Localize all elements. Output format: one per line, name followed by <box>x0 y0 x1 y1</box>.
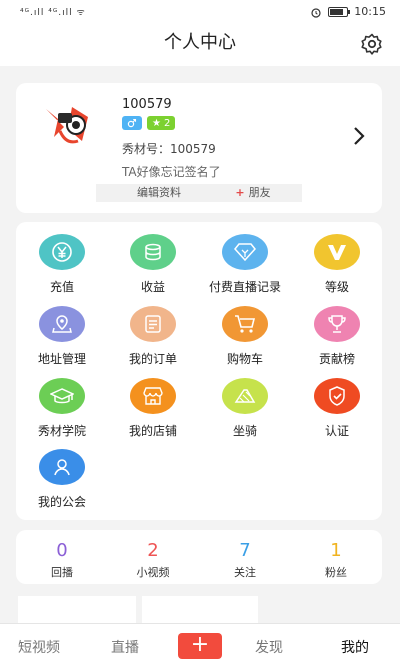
menu-item-label: 等级 <box>324 280 349 294</box>
page-title: 个人中心 <box>164 32 236 53</box>
menu-item[interactable]: 地址管理 <box>22 306 102 367</box>
account-number: 秀材号：100579 <box>122 142 216 156</box>
menu-item-label: 坐骑 <box>232 424 257 438</box>
settings-gear-icon[interactable] <box>360 32 384 56</box>
menu-item-label: 我的订单 <box>128 352 177 366</box>
page-header: 个人中心 <box>0 24 400 66</box>
menu-item[interactable]: 认证 <box>297 378 377 439</box>
stat-item[interactable]: 2 小视频 <box>123 542 183 580</box>
menu-item-label: 地址管理 <box>37 352 86 366</box>
clock: 10:15 <box>354 5 386 18</box>
status-bar: ⁴ᴳ.ıll ⁴ᴳ.ıll ᯤ 10:15 <box>0 0 400 24</box>
user-id: 100579 <box>122 97 172 112</box>
user-icon <box>39 449 85 485</box>
stat-value: 7 <box>239 540 251 561</box>
menu-item-label: 付费直播记录 <box>208 280 281 294</box>
yuan-icon <box>39 234 85 270</box>
chevron-right-icon[interactable] <box>352 125 366 147</box>
menu-item[interactable]: 贡献榜 <box>297 306 377 367</box>
gender-badge <box>122 116 142 130</box>
battery-icon <box>328 6 351 17</box>
shield-icon <box>314 378 360 414</box>
trophy-icon <box>314 306 360 342</box>
add-friend-button[interactable]: + 朋友 <box>204 184 302 202</box>
v-icon <box>314 234 360 270</box>
menu-item-label: 购物车 <box>226 352 263 366</box>
menu-item[interactable]: 充值 <box>22 234 102 295</box>
graduation-cap-icon <box>39 378 85 414</box>
tab-short-video[interactable]: 短视频 <box>18 637 60 657</box>
profile-card[interactable]: 100579 ★ 2 秀材号：100579 TA好像忘记签名了 编辑资料 + 朋友 <box>16 83 382 213</box>
user-badges: ★ 2 <box>122 116 176 130</box>
function-grid: 充值 收益 付费直播记录 等级地址管理 我的订单 购物车 贡献榜秀材学院 我的店铺 坐骑 认证我的… <box>16 222 382 520</box>
level-value: 2 <box>163 117 171 129</box>
menu-item-label: 认证 <box>324 424 349 438</box>
tab-mine[interactable]: 我的 <box>341 637 369 657</box>
cart-icon <box>222 306 268 342</box>
tab-live[interactable]: 直播 <box>111 637 139 657</box>
vehicle-icon <box>222 378 268 414</box>
menu-item[interactable]: 我的店铺 <box>113 378 193 439</box>
gender-icon <box>127 118 137 128</box>
menu-item-label: 收益 <box>140 280 165 294</box>
level-badge: ★ 2 <box>147 116 176 130</box>
stat-item[interactable]: 7 关注 <box>215 542 275 580</box>
menu-item[interactable]: 我的订单 <box>113 306 193 367</box>
menu-item[interactable]: 收益 <box>113 234 193 295</box>
menu-item-label: 秀材学院 <box>37 424 86 438</box>
location-icon <box>39 306 85 342</box>
menu-item-label: 贡献榜 <box>318 352 355 366</box>
menu-item[interactable]: 付费直播记录 <box>205 234 285 295</box>
diamond-icon <box>222 234 268 270</box>
stat-item[interactable]: 1 粉丝 <box>306 542 366 580</box>
order-icon <box>130 306 176 342</box>
plus-icon: + <box>235 186 245 199</box>
stat-value: 1 <box>330 540 342 561</box>
menu-item[interactable]: 秀材学院 <box>22 378 102 439</box>
stat-label: 关注 <box>234 566 256 579</box>
stat-label: 粉丝 <box>325 566 347 579</box>
avatar-mascot-icon[interactable] <box>42 101 98 149</box>
stat-item[interactable]: 0 回播 <box>32 542 92 580</box>
stats-bar: 0 回播 2 小视频 7 关注 1 粉丝 <box>16 530 382 584</box>
add-friend-label: 朋友 <box>248 186 271 199</box>
menu-item[interactable]: 坐骑 <box>205 378 285 439</box>
tab-discover[interactable]: 发现 <box>255 637 283 657</box>
stat-value: 2 <box>147 540 159 561</box>
bottom-tab-bar: 短视频 直播 + 发现 我的 <box>0 623 400 667</box>
publish-plus-button[interactable]: + <box>178 633 222 659</box>
shop-icon <box>130 378 176 414</box>
star-icon: ★ <box>152 117 161 129</box>
battery-fill <box>330 8 344 15</box>
menu-item[interactable]: 我的公会 <box>22 449 102 510</box>
menu-item-label: 充值 <box>49 280 74 294</box>
signature: TA好像忘记签名了 <box>122 165 221 179</box>
alarm-icon <box>311 7 321 18</box>
menu-item[interactable]: 购物车 <box>205 306 285 367</box>
signal-indicator: ⁴ᴳ.ıll ⁴ᴳ.ıll ᯤ <box>20 8 86 18</box>
menu-item[interactable]: 等级 <box>297 234 377 295</box>
stat-label: 回播 <box>51 566 73 579</box>
stat-label: 小视频 <box>136 566 170 579</box>
coins-icon <box>130 234 176 270</box>
menu-item-label: 我的公会 <box>37 495 86 509</box>
menu-item-label: 我的店铺 <box>128 424 177 438</box>
stat-value: 0 <box>56 540 68 561</box>
